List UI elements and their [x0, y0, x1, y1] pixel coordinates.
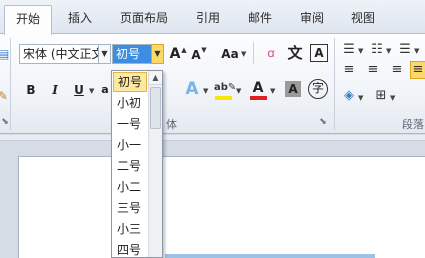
group-separator [10, 38, 11, 130]
align-left-icon[interactable]: ≡ [341, 62, 357, 78]
separator [253, 42, 254, 64]
ribbon: ▤ ✎ 宋体 (中文正文) ▼ 初号 ▼ A ▲ A ▼ Aa ▼ ꭤ 文 A … [0, 34, 425, 134]
chevron-down-icon[interactable]: ▼ [241, 50, 246, 58]
tab-insert[interactable]: 插入 [58, 5, 102, 34]
chevron-down-icon[interactable]: ▼ [358, 94, 363, 102]
dropdown-scrollbar[interactable]: ▲ [148, 71, 162, 257]
highlight-icon[interactable]: ab✎ [214, 80, 236, 96]
bullets-icon[interactable]: ☰ [341, 42, 357, 58]
font-dialog-launcher-icon[interactable]: ⬊ [318, 114, 328, 130]
paragraph-group-label: 段落 [402, 118, 424, 131]
font-size-dropdown-arrow[interactable]: ▼ [151, 44, 164, 64]
text-selection-highlight [165, 254, 375, 258]
numbering-icon[interactable]: ☷ [369, 42, 385, 58]
chevron-down-icon[interactable]: ▼ [386, 47, 391, 55]
borders-icon[interactable]: ⊞ [373, 88, 389, 104]
text-effects-icon[interactable]: A [183, 81, 201, 98]
ribbon-tab-bar: 开始 插入 页面布局 引用 邮件 审阅 视图 [0, 0, 425, 35]
font-name-dropdown-arrow[interactable]: ▼ [98, 44, 111, 64]
chevron-down-icon[interactable]: ▼ [414, 47, 419, 55]
tab-home[interactable]: 开始 [4, 5, 52, 35]
chevron-down-icon[interactable]: ▼ [89, 87, 94, 95]
clear-formatting-icon[interactable]: ꭤ [262, 45, 280, 61]
shading-bucket-icon[interactable]: ◈ [341, 88, 357, 104]
scrollbar-thumb[interactable] [150, 87, 161, 129]
format-painter-icon[interactable]: ✎ [0, 88, 8, 104]
font-size-option-chuhao[interactable]: 初号 [113, 72, 147, 92]
highlight-color-swatch [215, 96, 232, 100]
phonetic-guide-button[interactable]: 文 [286, 43, 304, 63]
tab-review[interactable]: 审阅 [290, 5, 334, 34]
font-size-option-xiaoyi[interactable]: 小一 [113, 135, 147, 155]
character-shading-icon[interactable]: A [285, 81, 301, 97]
copy-icon[interactable]: ▤ [0, 46, 9, 62]
align-center-icon[interactable]: ≡ [365, 62, 381, 78]
tab-mailings[interactable]: 邮件 [238, 5, 282, 34]
grow-arrow-icon: ▲ [181, 46, 187, 54]
enclose-characters-button[interactable]: 字 [308, 79, 328, 99]
font-size-option-sanhao[interactable]: 三号 [113, 198, 147, 218]
strikethrough-button[interactable]: a [100, 80, 110, 100]
dialog-launcher-icon[interactable]: ⬊ [0, 114, 10, 130]
group-separator [334, 38, 335, 130]
tab-view[interactable]: 视图 [341, 5, 385, 34]
chevron-down-icon[interactable]: ▼ [390, 94, 395, 102]
font-color-swatch [250, 96, 267, 100]
scroll-up-icon[interactable]: ▲ [149, 71, 162, 85]
chevron-down-icon[interactable]: ▼ [358, 47, 363, 55]
font-size-option-xiaoer[interactable]: 小二 [113, 177, 147, 197]
italic-button[interactable]: I [48, 80, 62, 100]
font-size-combo[interactable]: 初号 [112, 44, 152, 64]
bold-button[interactable]: B [24, 80, 38, 100]
change-case-button[interactable]: Aa [220, 44, 240, 64]
tab-page-layout[interactable]: 页面布局 [112, 5, 176, 34]
font-size-option-yihao[interactable]: 一号 [113, 114, 147, 134]
justify-icon[interactable]: ≡ [410, 61, 425, 79]
chevron-down-icon[interactable]: ▼ [236, 87, 241, 95]
font-size-option-sihao[interactable]: 四号 [113, 240, 147, 258]
font-name-combo[interactable]: 宋体 (中文正文) [19, 44, 99, 64]
font-size-option-xiaochu[interactable]: 小初 [113, 93, 147, 113]
multilevel-list-icon[interactable]: ☰ [397, 42, 413, 58]
character-border-button[interactable]: A [310, 44, 328, 62]
font-size-option-xiaosan[interactable]: 小三 [113, 219, 147, 239]
font-group-label: 体 [166, 118, 177, 131]
chevron-down-icon[interactable]: ▼ [203, 87, 208, 95]
document-page[interactable] [18, 156, 425, 258]
font-color-icon[interactable]: A [250, 80, 266, 96]
align-right-icon[interactable]: ≡ [389, 62, 405, 78]
font-size-option-erhao[interactable]: 二号 [113, 156, 147, 176]
ruler [0, 135, 425, 141]
chevron-down-icon[interactable]: ▼ [270, 87, 275, 95]
shrink-arrow-icon: ▼ [201, 46, 207, 54]
tab-references[interactable]: 引用 [186, 5, 230, 34]
font-size-dropdown-list[interactable]: 初号 小初 一号 小一 二号 小二 三号 小三 四号 ▲ [111, 70, 163, 258]
underline-button[interactable]: U [72, 80, 86, 100]
grow-font-button[interactable]: A [168, 44, 182, 64]
